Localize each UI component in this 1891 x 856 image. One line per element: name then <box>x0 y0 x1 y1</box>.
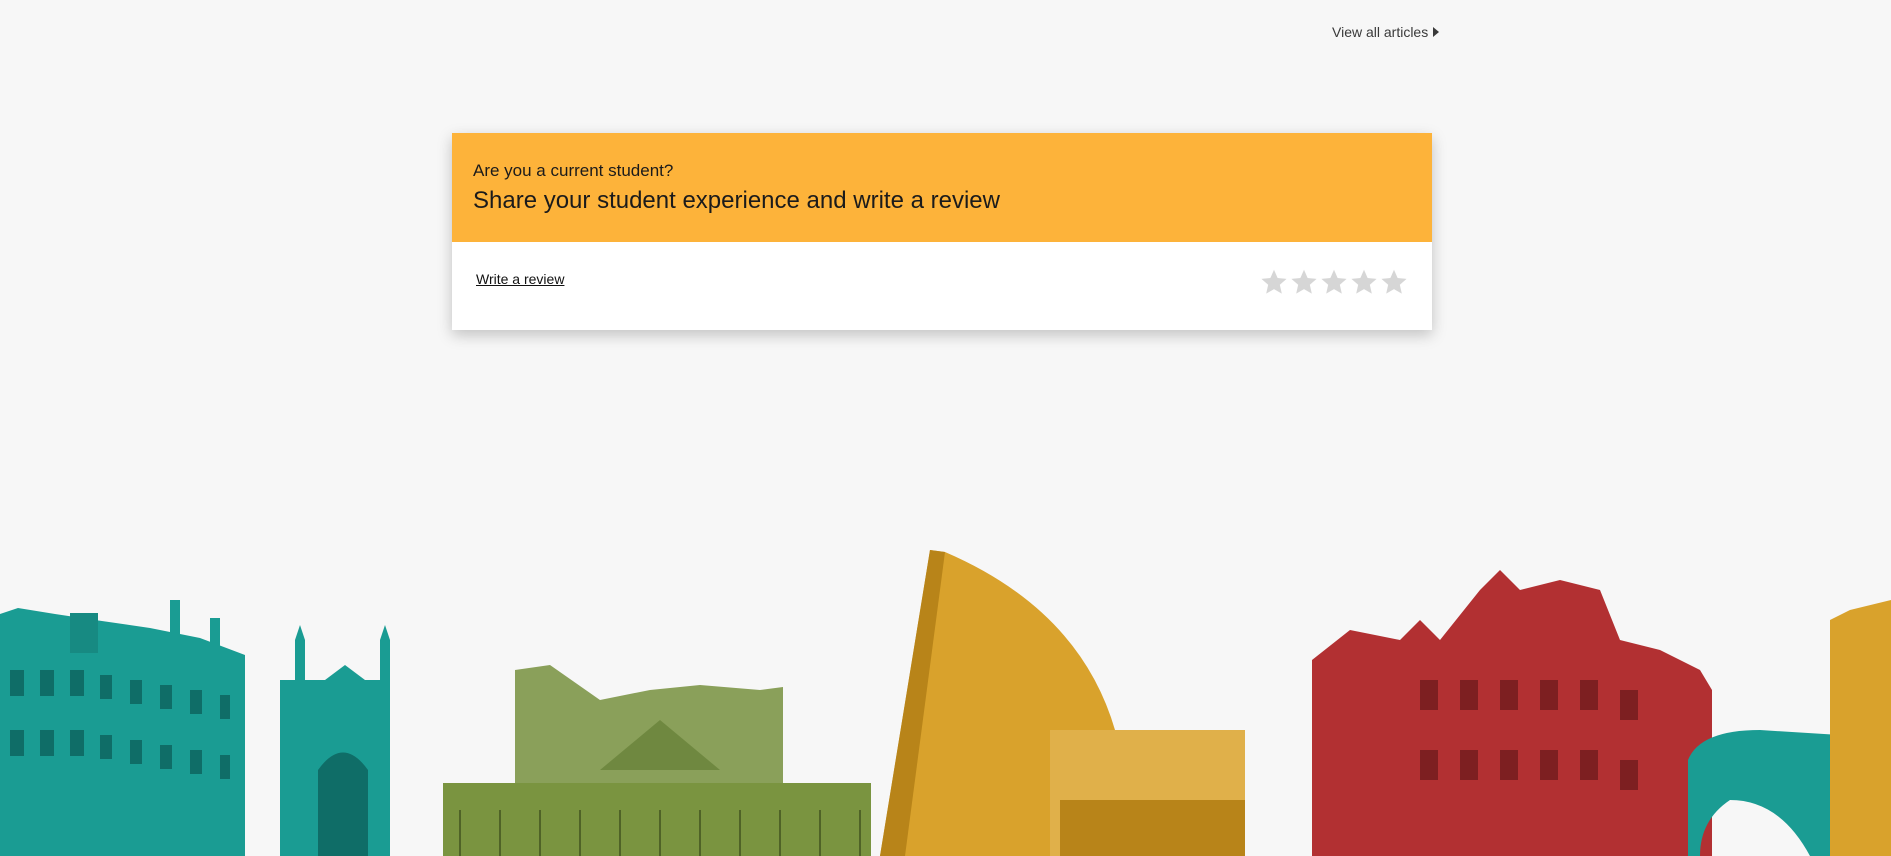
review-prompt-card: Are you a current student? Share your st… <box>452 133 1432 330</box>
review-card-body: Write a review <box>452 242 1432 330</box>
star-icon[interactable] <box>1380 268 1408 296</box>
caret-right-icon <box>1433 27 1440 37</box>
review-question: Are you a current student? <box>473 161 674 180</box>
teal-bridge-and-gold-tower <box>1688 600 1891 856</box>
university-skyline-illustration <box>0 550 1891 856</box>
review-heading: Share your student experience and write … <box>473 187 1000 214</box>
star-icon[interactable] <box>1290 268 1318 296</box>
view-all-articles-label: View all articles <box>1332 24 1429 40</box>
green-modern-building <box>443 665 871 856</box>
teal-chapel-building <box>280 625 390 856</box>
write-review-link[interactable]: Write a review <box>476 271 564 287</box>
red-victorian-building <box>1312 570 1712 856</box>
star-icon[interactable] <box>1260 268 1288 296</box>
star-icon[interactable] <box>1320 268 1348 296</box>
teal-college-building <box>0 600 245 856</box>
star-rating[interactable] <box>1260 268 1408 296</box>
review-card-header: Are you a current student? Share your st… <box>452 133 1432 242</box>
star-icon[interactable] <box>1350 268 1378 296</box>
view-all-articles-link[interactable]: View all articles <box>1332 24 1440 40</box>
gold-curved-building <box>880 550 1245 856</box>
